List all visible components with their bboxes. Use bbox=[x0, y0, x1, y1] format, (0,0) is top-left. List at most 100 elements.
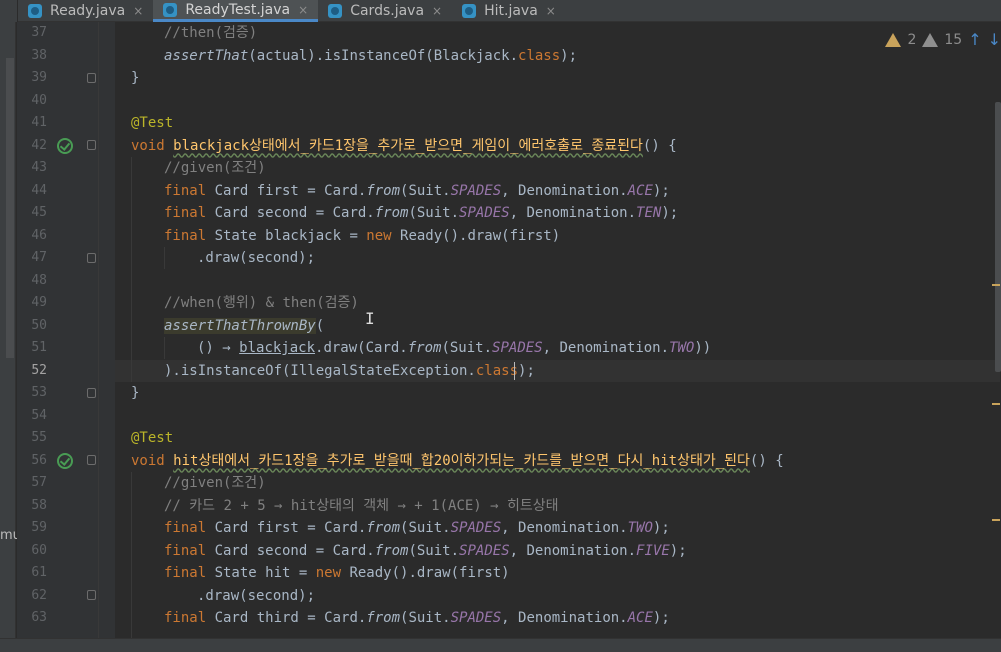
previous-highlight-icon[interactable]: ↑ bbox=[968, 30, 981, 49]
code-line-60[interactable]: final Card second = Card.from(Suit.SPADE… bbox=[164, 540, 687, 563]
comment: //then(검증) bbox=[164, 25, 258, 41]
line-number: 47 bbox=[31, 250, 47, 265]
comment: // 카드 2 + 5 → hit상태의 객체 → + 1(ACE) → 히트상… bbox=[164, 497, 559, 514]
line-number: 61 bbox=[31, 565, 47, 580]
code-text: Ready().draw(first) bbox=[349, 565, 510, 581]
code-line-50[interactable]: assertThatThrownBy( bbox=[164, 315, 324, 338]
code-line-38[interactable]: assertThat(actual).isInstanceOf(Blackjac… bbox=[164, 45, 577, 68]
method-call: from bbox=[366, 182, 401, 199]
warning-icon bbox=[885, 32, 902, 47]
code-line-47[interactable]: .draw(second); bbox=[197, 247, 315, 270]
code-line-51[interactable]: () → blackjack.draw(Card.from(Suit.SPADE… bbox=[197, 337, 711, 360]
enum-constant: SPADES bbox=[459, 542, 510, 559]
keyword: final bbox=[164, 205, 215, 221]
left-scrollbar-thumb[interactable] bbox=[6, 58, 14, 358]
left-tool-strip: mu bbox=[0, 22, 21, 652]
line-number: 38 bbox=[31, 47, 47, 63]
indent-guide bbox=[131, 157, 132, 382]
code-text: (Suit. bbox=[441, 340, 493, 356]
fold-end-icon[interactable] bbox=[87, 73, 96, 83]
code-text: (Suit. bbox=[408, 205, 460, 221]
method-call: from bbox=[366, 610, 401, 626]
code-line-42[interactable]: void blackjack상태에서_카드1장을_추가로_받으면_게임이_에러호… bbox=[131, 135, 677, 158]
code-text: , Denomination. bbox=[501, 610, 628, 626]
java-class-icon bbox=[462, 4, 477, 18]
code-line-59[interactable]: final Card first = Card.from(Suit.SPADES… bbox=[164, 517, 670, 540]
enum-constant: SPADES bbox=[459, 205, 510, 221]
method-call: from bbox=[407, 340, 442, 356]
annotation: @Test bbox=[131, 115, 174, 131]
code-text: Card second = Card. bbox=[214, 205, 375, 221]
code-text: ); bbox=[518, 362, 535, 379]
code-line-55[interactable]: @Test bbox=[131, 427, 173, 450]
close-icon[interactable]: × bbox=[298, 3, 308, 17]
close-icon[interactable]: × bbox=[546, 4, 556, 18]
keyword: new bbox=[315, 565, 350, 581]
method-call-highlighted: assertThatThrownBy bbox=[164, 317, 316, 334]
code-line-52[interactable]: ).isInstanceOf(IllegalStateException.cla… bbox=[164, 360, 535, 383]
code-line-45[interactable]: final Card second = Card.from(Suit.SPADE… bbox=[164, 202, 678, 225]
tab-bar-left-stub bbox=[0, 0, 18, 22]
warning-marker[interactable] bbox=[992, 284, 1000, 286]
code-line-61[interactable]: final State hit = new Ready().draw(first… bbox=[164, 562, 510, 585]
line-number: 54 bbox=[31, 407, 47, 423]
code-line-41[interactable]: @Test bbox=[131, 112, 173, 135]
scrollbar-thumb[interactable] bbox=[995, 102, 1001, 372]
code-text: ); bbox=[652, 610, 670, 626]
line-number: 51 bbox=[31, 340, 47, 355]
close-icon[interactable]: × bbox=[133, 4, 143, 18]
code-line-44[interactable]: final Card first = Card.from(Suit.SPADES… bbox=[164, 180, 670, 203]
fold-icon[interactable] bbox=[87, 455, 96, 465]
fold-end-icon[interactable] bbox=[87, 253, 96, 263]
close-icon[interactable]: × bbox=[432, 4, 442, 18]
code-line-49[interactable]: //when(행위) & then(검증) bbox=[164, 292, 359, 315]
fold-icon[interactable] bbox=[87, 140, 96, 150]
warning-marker[interactable] bbox=[992, 519, 1000, 521]
code-text: State hit = bbox=[214, 565, 316, 581]
method-call: from bbox=[374, 205, 409, 221]
code-line-46[interactable]: final State blackjack = new Ready().draw… bbox=[164, 225, 560, 248]
line-number: 63 bbox=[31, 610, 47, 625]
line-number: 55 bbox=[31, 430, 47, 445]
code-line-63[interactable]: final Card third = Card.from(Suit.SPADES… bbox=[164, 607, 670, 630]
code-text: Card first = Card. bbox=[214, 182, 367, 199]
line-number: 59 bbox=[31, 520, 47, 535]
line-number: 53 bbox=[31, 385, 47, 400]
enum-constant: ACE bbox=[627, 182, 653, 199]
tab-cards-java[interactable]: Cards.java × bbox=[318, 0, 452, 22]
line-number-current: 52 bbox=[31, 362, 47, 378]
warning-marker[interactable] bbox=[992, 403, 1000, 405]
java-class-icon bbox=[328, 4, 343, 18]
test-passed-icon[interactable] bbox=[57, 138, 73, 154]
tab-ready-java[interactable]: Ready.java × bbox=[18, 0, 153, 22]
code-line-58[interactable]: // 카드 2 + 5 → hit상태의 객체 → + 1(ACE) → 히트상… bbox=[164, 495, 559, 518]
line-number: 39 bbox=[31, 70, 47, 85]
code-line-43[interactable]: //given(조건) bbox=[164, 157, 266, 180]
keyword: final bbox=[164, 182, 215, 199]
editor-scrollbar[interactable] bbox=[991, 22, 1001, 652]
keyword: void bbox=[131, 137, 174, 154]
tab-readytest-java[interactable]: ReadyTest.java × bbox=[153, 0, 319, 22]
code-line-56[interactable]: void hit상태에서_카드1장을_추가로_받을때_합20이하가되는_카드를_… bbox=[131, 450, 784, 473]
fold-end-icon[interactable] bbox=[87, 388, 96, 398]
text-caret bbox=[514, 362, 515, 380]
code-text: ( bbox=[315, 317, 325, 334]
code-line-39[interactable]: } bbox=[131, 67, 139, 90]
code-line-62[interactable]: .draw(second); bbox=[197, 585, 315, 608]
line-number: 56 bbox=[31, 452, 47, 468]
enum-constant: FIVE bbox=[636, 542, 670, 559]
tab-hit-java[interactable]: Hit.java × bbox=[452, 0, 566, 22]
code-text: )) bbox=[694, 340, 712, 356]
code-text: , Denomination. bbox=[509, 542, 637, 559]
inspection-widget[interactable]: 2 15 ↑ ↓ bbox=[885, 30, 1001, 49]
code-text: .draw(second); bbox=[197, 587, 316, 604]
code-line-37[interactable]: //then(검증) bbox=[164, 22, 257, 45]
variable-reference: blackjack bbox=[239, 340, 316, 356]
code-line-53[interactable]: } bbox=[131, 382, 139, 405]
indent-guide bbox=[131, 472, 132, 638]
code-line-57[interactable]: //given(조건) bbox=[164, 472, 266, 495]
mouse-text-cursor-icon: I bbox=[365, 309, 375, 328]
bottom-bar bbox=[0, 638, 1001, 652]
fold-end-icon[interactable] bbox=[87, 590, 96, 600]
test-passed-icon[interactable] bbox=[57, 453, 73, 469]
